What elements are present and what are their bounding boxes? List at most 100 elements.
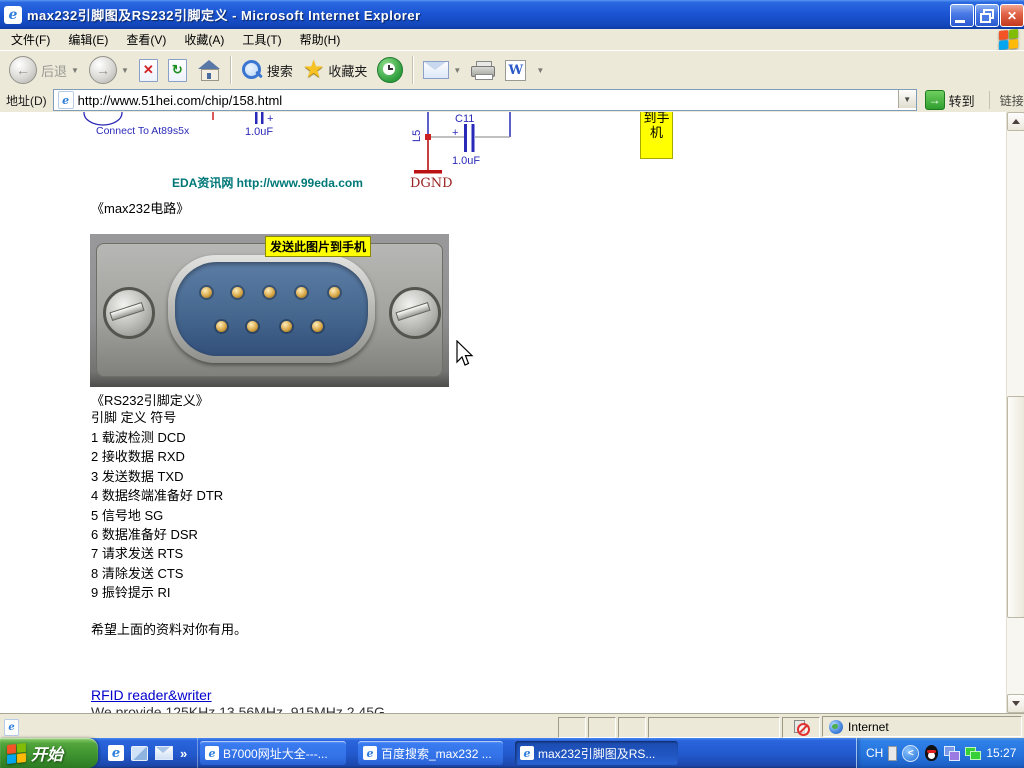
- circuit-cap-left-value: 1.0uF: [245, 126, 273, 138]
- db9-left-screw: [103, 287, 155, 339]
- mouse-cursor: [455, 340, 475, 368]
- quick-launch-ie-icon[interactable]: e: [108, 745, 124, 761]
- toolbar-more-button[interactable]: ▼: [531, 52, 549, 88]
- offline-icon: [794, 720, 808, 734]
- clock[interactable]: 15:27: [986, 746, 1016, 760]
- windows-flag-icon: [999, 29, 1018, 50]
- show-desktop-icon[interactable]: [131, 746, 148, 761]
- minimize-button[interactable]: ▬: [950, 4, 974, 27]
- ie-window-icon: e: [363, 746, 377, 760]
- status-panel: [588, 717, 616, 738]
- home-button[interactable]: [192, 52, 226, 88]
- search-button[interactable]: 搜索: [236, 52, 298, 88]
- rs232-pin-row: 4 数据终端准备好 DTR: [91, 486, 223, 505]
- db9-pin-7: [247, 321, 258, 332]
- circuit-vcc-fragment: +5.0: [186, 112, 206, 115]
- status-bar: e Internet: [0, 713, 1024, 739]
- menu-tools[interactable]: 工具(T): [233, 28, 290, 51]
- taskbar-window-max232-active[interactable]: e max232引脚图及RS...: [515, 741, 678, 765]
- mail-dropdown-icon: ▼: [453, 66, 461, 75]
- rs232-pin-row: 3 发送数据 TXD: [91, 467, 223, 486]
- db9-right-screw: [389, 287, 441, 339]
- ie-app-icon: e: [4, 6, 22, 24]
- db9-pin-8: [281, 321, 292, 332]
- print-button[interactable]: [466, 52, 500, 88]
- favorites-star-icon: ★: [303, 59, 325, 81]
- ime-language-indicator[interactable]: CH: [866, 746, 883, 760]
- forward-button[interactable]: → ▼: [84, 52, 134, 88]
- start-button[interactable]: 开始: [0, 738, 98, 768]
- more-dropdown-icon: ▼: [536, 66, 544, 75]
- qq-messenger-icon[interactable]: [924, 745, 939, 761]
- menu-file[interactable]: 文件(F): [2, 28, 59, 51]
- history-button[interactable]: [372, 52, 408, 88]
- ie-window: e max232引脚图及RS232引脚定义 - Microsoft Intern…: [0, 0, 1024, 768]
- back-button[interactable]: ← 后退 ▼: [4, 52, 84, 88]
- outlook-express-icon[interactable]: [155, 746, 173, 760]
- restore-button[interactable]: [975, 4, 999, 27]
- rs232-pin-row: 1 载波检测 DCD: [91, 428, 223, 447]
- stop-button[interactable]: ✕: [134, 52, 163, 88]
- circuit-inductor-label: L5: [411, 130, 423, 142]
- mail-icon: [423, 61, 449, 79]
- rfid-link[interactable]: RFID reader&writer: [91, 687, 212, 703]
- db9-blue-insert: [175, 262, 368, 356]
- menu-bar: 文件(F) 编辑(E) 查看(V) 收藏(A) 工具(T) 帮助(H): [0, 29, 1024, 51]
- edit-with-word-button[interactable]: W: [500, 52, 531, 88]
- rs232-pin-row: 5 信号地 SG: [91, 506, 223, 525]
- send-to-phone-vertical-badge[interactable]: 到手机: [640, 112, 673, 159]
- favorites-button[interactable]: ★ 收藏夹: [298, 52, 373, 88]
- address-dropdown-button[interactable]: ▼: [898, 90, 916, 108]
- taskbar-window-baidu-search[interactable]: e 百度搜索_max232 ...: [358, 741, 503, 765]
- circuit-c11-label: C11: [455, 113, 474, 125]
- quick-launch-overflow-chevron[interactable]: »: [180, 746, 187, 761]
- address-input[interactable]: e http://www.51hei.com/chip/158.html ▼: [53, 89, 917, 111]
- circuit-dgnd-label: DGND: [410, 176, 453, 191]
- vertical-scrollbar[interactable]: [1006, 112, 1024, 713]
- rs232-pin-row: 6 数据准备好 DSR: [91, 525, 223, 544]
- rs232-pin-list: 1 载波检测 DCD 2 接收数据 RXD 3 发送数据 TXD 4 数据终端准…: [91, 428, 223, 603]
- close-button[interactable]: ✕: [1000, 4, 1024, 27]
- go-arrow-icon: →: [925, 90, 945, 110]
- menu-edit[interactable]: 编辑(E): [59, 28, 117, 51]
- ie-window-icon: e: [205, 746, 219, 760]
- window-title: max232引脚图及RS232引脚定义 - Microsoft Internet…: [27, 5, 421, 24]
- browser-viewport: Connect To At89s5x +5.0 + 1.0uF L5 C11 +…: [0, 112, 1024, 713]
- forward-icon: →: [89, 56, 117, 84]
- address-url: http://www.51hei.com/chip/158.html: [78, 93, 283, 108]
- rs232-pin-row: 9 振铃提示 RI: [91, 583, 223, 602]
- back-icon: ←: [9, 56, 37, 84]
- ime-toolbar-icon[interactable]: [888, 746, 897, 761]
- tray-rotate-icon[interactable]: <: [902, 745, 919, 762]
- circuit-cap-left-plus: +: [267, 113, 273, 125]
- status-page-icon: e: [4, 719, 19, 736]
- send-image-to-phone-overlay[interactable]: 发送此图片到手机: [265, 236, 371, 257]
- db9-pin-3: [264, 287, 275, 298]
- forward-dropdown-icon: ▼: [121, 66, 129, 75]
- taskbar: 开始 e » e B7000网址大全---... e 百度搜索_max232 .…: [0, 738, 1024, 768]
- db9-pin-6: [216, 321, 227, 332]
- db9-pin-4: [296, 287, 307, 298]
- rs232-columns-header: 引脚 定义 符号: [91, 407, 176, 426]
- mail-button[interactable]: ▼: [418, 52, 466, 88]
- refresh-button[interactable]: ↻: [163, 52, 192, 88]
- address-label: 地址(D): [6, 92, 47, 109]
- lan-connection-icon[interactable]: [965, 746, 981, 761]
- menu-favorites[interactable]: 收藏(A): [175, 28, 233, 51]
- scrollbar-thumb[interactable]: [1007, 396, 1024, 618]
- scroll-down-button[interactable]: [1007, 694, 1024, 713]
- status-panel: [648, 717, 780, 738]
- menu-help[interactable]: 帮助(H): [291, 28, 350, 51]
- zone-label: Internet: [848, 720, 889, 734]
- refresh-icon: ↻: [168, 59, 187, 82]
- links-toolbar-label[interactable]: 链接: [989, 91, 1024, 109]
- menu-view[interactable]: 查看(V): [117, 28, 175, 51]
- db9-pin-5: [329, 287, 340, 298]
- circuit-c11-plus: +: [452, 127, 458, 139]
- start-windows-flag-icon: [7, 743, 26, 764]
- scroll-up-button[interactable]: [1007, 112, 1024, 131]
- go-button[interactable]: → 转到: [925, 90, 975, 110]
- taskbar-window-b7000[interactable]: e B7000网址大全---...: [200, 741, 346, 765]
- standard-buttons-toolbar: ← 后退 ▼ → ▼ ✕ ↻ 搜索 ★ 收藏夹: [0, 50, 1024, 90]
- network-places-icon[interactable]: [944, 746, 960, 761]
